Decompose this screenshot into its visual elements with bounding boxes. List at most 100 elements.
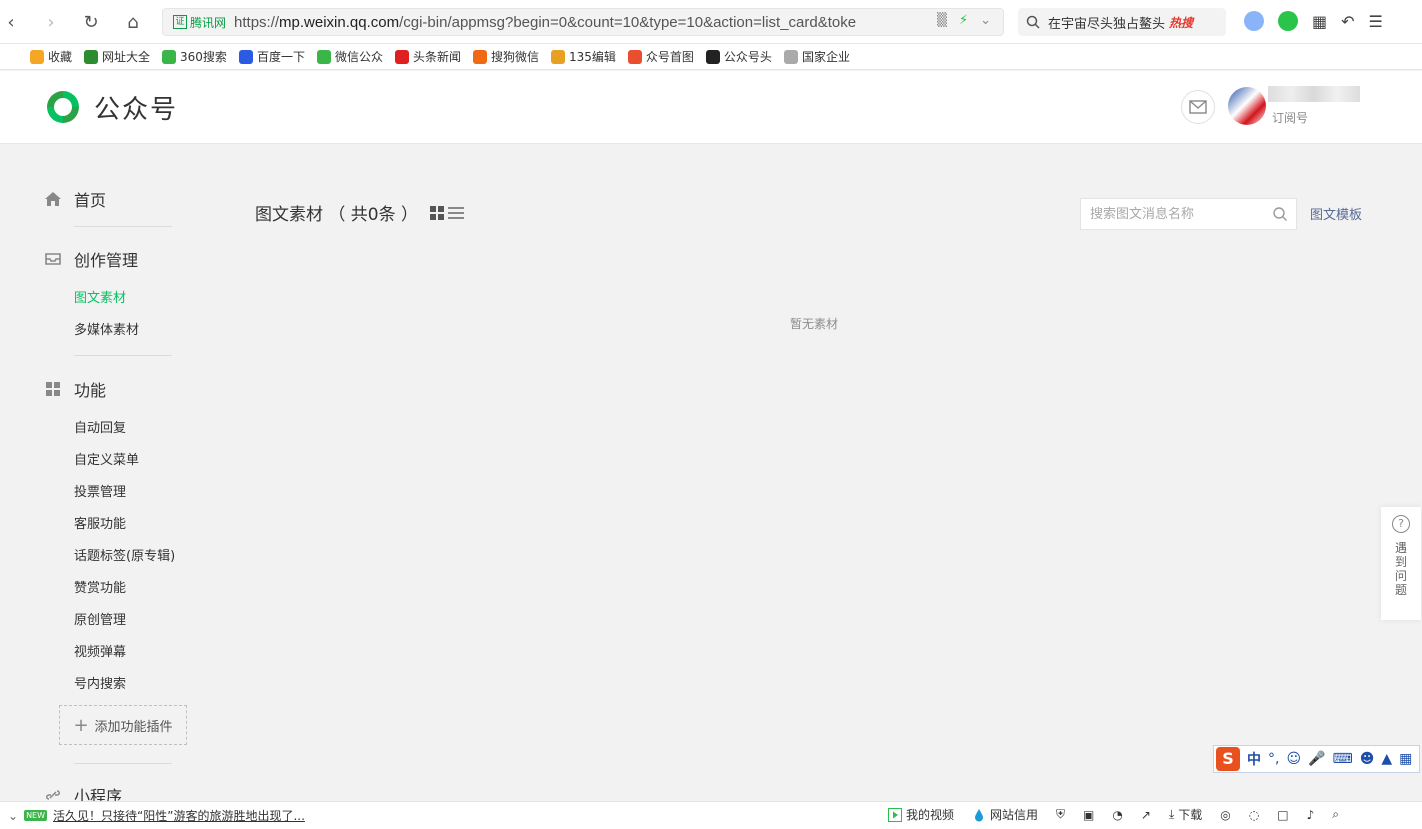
chevron-down-icon[interactable]: ⌄: [980, 13, 991, 28]
sound-icon[interactable]: ♪: [1307, 808, 1315, 822]
bookmark-label: 国家企业: [801, 50, 850, 64]
bookmark-item[interactable]: 公众号头: [705, 48, 772, 65]
back-icon[interactable]: ‹: [0, 11, 22, 33]
avatar[interactable]: [1228, 87, 1266, 125]
sidebar-item-features[interactable]: 功能: [44, 377, 106, 401]
sidebar-item-home[interactable]: 首页: [44, 187, 106, 211]
article-template-link[interactable]: 图文模板: [1310, 204, 1362, 223]
add-plugin-button[interactable]: + 添加功能插件: [59, 705, 187, 745]
logo-text: 公众号: [94, 94, 179, 125]
url-prefix: https://: [234, 13, 280, 31]
sidebar-item-reward[interactable]: 赞赏功能: [74, 577, 126, 596]
bookmark-icon: [238, 49, 253, 64]
sidebar-item-auto-reply[interactable]: 自动回复: [74, 417, 126, 436]
address-bar[interactable]: 证 腾讯网 https://mp.weixin.qq.com/cgi-bin/a…: [162, 8, 1004, 36]
bookmarks-bar: 收藏 网址大全 360搜索 百度一下 微信公众 头条新闻 搜狗微信 135编辑 众号首图 公众号头…: [0, 44, 1422, 70]
list-view-icon[interactable]: [448, 206, 465, 220]
sidebar-item-topic-tags[interactable]: 话题标签(原专辑): [74, 545, 175, 564]
skin-icon[interactable]: ▲: [1381, 751, 1392, 767]
search-icon[interactable]: [1272, 206, 1288, 222]
image-icon[interactable]: ▣: [1083, 808, 1094, 822]
ime-toolbar[interactable]: S 中 °, ☺ 🎤 ⌨ ☻ ▲ ▦: [1213, 745, 1420, 773]
divider: [74, 355, 172, 356]
browser-icon[interactable]: ◌: [1249, 808, 1259, 822]
sidebar-item-video-danmaku[interactable]: 视频弹幕: [74, 641, 126, 660]
reload-icon[interactable]: ↻: [80, 11, 102, 33]
bookmark-item[interactable]: 收藏: [30, 48, 72, 65]
apps-grid-icon[interactable]: ▦: [1312, 12, 1327, 31]
keyboard-icon[interactable]: ⌨: [1333, 751, 1353, 767]
ime-lang[interactable]: 中: [1247, 749, 1261, 769]
speed-icon[interactable]: ◔: [1112, 808, 1122, 822]
qrcode-icon[interactable]: ▒: [937, 13, 947, 28]
forward-icon[interactable]: ›: [40, 11, 62, 33]
bookmark-icon: [627, 49, 642, 64]
menu-icon[interactable]: ☰: [1369, 12, 1383, 31]
lightning-icon[interactable]: ⚡: [959, 13, 968, 28]
bookmark-item[interactable]: 头条新闻: [394, 48, 461, 65]
window-icon[interactable]: □: [1277, 808, 1288, 822]
download-icon: ⤓: [1168, 807, 1175, 821]
extension-blue-icon[interactable]: [1244, 11, 1264, 31]
sogou-logo-icon: S: [1216, 747, 1240, 771]
url-text[interactable]: https://mp.weixin.qq.com/cgi-bin/appmsg?…: [234, 14, 894, 31]
rocket-icon[interactable]: ↗: [1141, 808, 1151, 822]
user-icon[interactable]: ☻: [1360, 751, 1375, 767]
card-view-icon[interactable]: [430, 205, 445, 220]
news-ticker[interactable]: ⌄ NEW 活久见！只接待“阳性”游客的旅游胜地出现了...: [8, 807, 305, 824]
bookmark-item[interactable]: 360搜索: [162, 48, 227, 65]
sidebar-item-original[interactable]: 原创管理: [74, 609, 126, 628]
bookmark-label: 360搜索: [180, 50, 227, 64]
grid-icon: [44, 380, 62, 398]
shield-icon[interactable]: ⛨: [1056, 807, 1065, 822]
toolbox-icon[interactable]: ▦: [1399, 751, 1412, 767]
bookmark-icon: [30, 49, 44, 64]
inbox-icon: [44, 250, 62, 268]
bookmark-item[interactable]: 网址大全: [84, 48, 150, 65]
bookmark-label: 搜狗微信: [490, 50, 539, 64]
sidebar-item-media-material[interactable]: 多媒体素材: [74, 319, 139, 338]
zoom-icon[interactable]: ⌕: [1332, 807, 1339, 822]
bookmark-icon: [162, 49, 177, 64]
bookmark-label: 百度一下: [256, 50, 305, 64]
sidebar-item-article-material[interactable]: 图文素材: [74, 287, 126, 306]
bookmark-item[interactable]: 微信公众: [316, 48, 383, 65]
emoji-icon[interactable]: ☺: [1286, 751, 1301, 767]
logo[interactable]: 公众号: [44, 88, 178, 126]
bookmark-icon: [316, 49, 331, 64]
page-title: 图文素材 （ 共0条 ）: [255, 200, 465, 225]
mp-header: 公众号 订阅号: [0, 71, 1422, 144]
extension-green-icon[interactable]: [1278, 11, 1298, 31]
bookmark-item[interactable]: 众号首图: [627, 48, 694, 65]
sidebar-item-custom-menu[interactable]: 自定义菜单: [74, 449, 139, 468]
account-name-blurred[interactable]: [1268, 86, 1360, 102]
punctuation-icon[interactable]: °,: [1268, 751, 1279, 767]
microphone-icon[interactable]: 🎤: [1308, 751, 1325, 767]
download-button[interactable]: ⤓ 下载: [1169, 806, 1202, 823]
chevron-down-icon[interactable]: ⌄: [8, 809, 18, 823]
bookmark-label: 头条新闻: [412, 50, 461, 64]
incognito-icon[interactable]: ◎: [1220, 808, 1230, 822]
status-bar: ⌄ NEW 活久见！只接待“阳性”游客的旅游胜地出现了... 我的视频 网站信用…: [0, 801, 1422, 829]
sidebar-item-creation[interactable]: 创作管理: [44, 247, 138, 271]
my-video-label: 我的视频: [906, 808, 955, 822]
news-text[interactable]: 活久见！只接待“阳性”游客的旅游胜地出现了...: [53, 807, 305, 824]
help-float-button[interactable]: ? 遇到问题: [1381, 507, 1421, 620]
bookmark-item[interactable]: 百度一下: [238, 48, 305, 65]
browser-search-box[interactable]: 在宇宙尽头独占鳌头 热搜: [1018, 8, 1226, 36]
bookmark-item[interactable]: 135编辑: [551, 48, 616, 65]
account-type: 订阅号: [1272, 111, 1309, 125]
home-icon[interactable]: ⌂: [122, 11, 144, 33]
undo-icon[interactable]: ↶: [1341, 12, 1354, 31]
my-video-button[interactable]: 我的视频: [888, 806, 954, 823]
mail-button[interactable]: [1181, 90, 1215, 124]
sidebar-item-vote[interactable]: 投票管理: [74, 481, 126, 500]
bookmark-item[interactable]: 搜狗微信: [472, 48, 539, 65]
bookmark-item[interactable]: 国家企业: [783, 48, 850, 65]
sidebar-item-account-search[interactable]: 号内搜索: [74, 673, 126, 692]
bookmark-label: 众号首图: [645, 50, 694, 64]
cert-badge[interactable]: 证 腾讯网: [173, 14, 226, 31]
sidebar-item-customer-service[interactable]: 客服功能: [74, 513, 126, 532]
material-search-input[interactable]: [1080, 198, 1297, 230]
site-credit-button[interactable]: 网站信用: [972, 806, 1038, 823]
